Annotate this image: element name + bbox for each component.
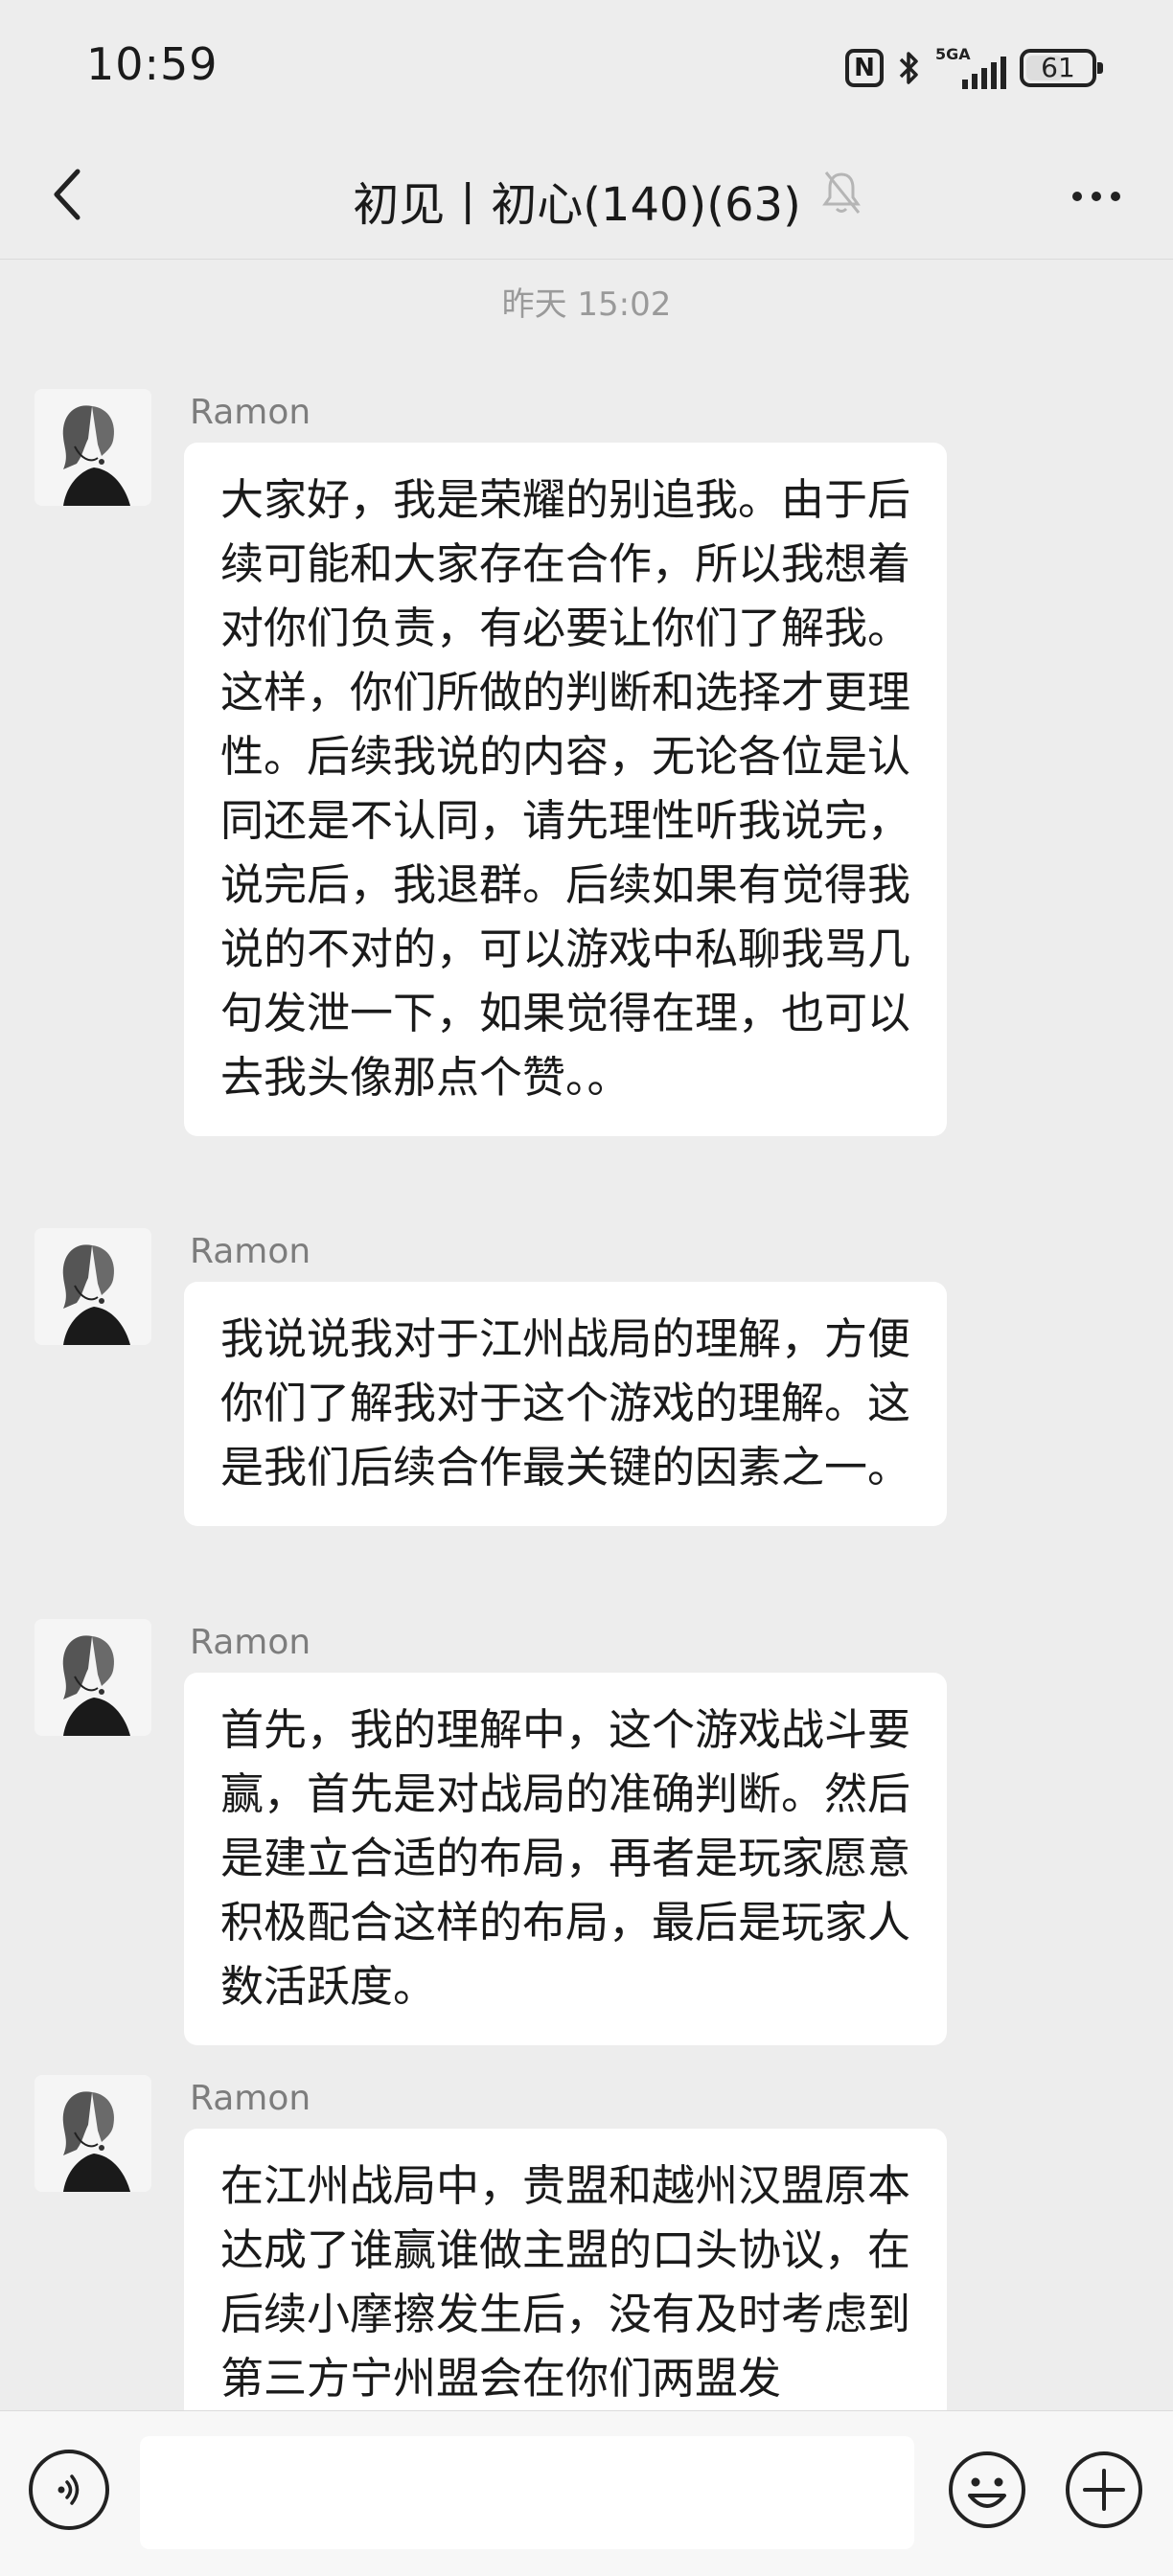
status-bar: 10:59 N 5GA 61 [0,0,1173,134]
message-bubble[interactable]: 首先，我的理解中，这个游戏战斗要赢，首先是对战局的准确判断。然后是建立合适的布局… [184,1673,947,2045]
bell-off-icon [820,169,862,220]
status-time: 10:59 [86,38,218,90]
status-icons: N 5GA 61 [845,44,1103,92]
chat-timestamp: 昨天 15:02 [501,285,672,324]
battery-level: 61 [1041,52,1075,83]
avatar[interactable] [34,2075,151,2192]
avatar[interactable] [34,389,151,506]
signal-icon: 5GA [935,47,1006,89]
voice-button[interactable] [29,2450,109,2530]
more-options-button[interactable] [1058,172,1135,220]
emoji-button[interactable] [947,2450,1027,2530]
title-bar: 初见丨初心(140)(63) [0,134,1173,260]
avatar[interactable] [34,1619,151,1736]
more-functions-button[interactable] [1064,2450,1144,2530]
avatar[interactable] [34,1228,151,1345]
more-dots-icon [1072,192,1082,201]
chat-title-text: 初见丨初心(140)(63) [353,178,801,232]
sender-name: Ramon [190,2079,311,2118]
sender-name: Ramon [190,1623,311,1662]
message-bubble[interactable]: 大家好，我是荣耀的别追我。由于后续可能和大家存在合作，所以我想着对你们负责，有必… [184,443,947,1136]
bluetooth-icon [897,49,922,87]
nfc-icon: N [845,49,884,87]
voice-icon [58,2474,80,2505]
sender-name: Ramon [190,393,311,432]
sender-name: Ramon [190,1232,311,1271]
message-bubble[interactable]: 我说说我对于江州战局的理解，方便你们了解我对于这个游戏的理解。这是我们后续合作最… [184,1282,947,1526]
input-bar [0,2410,1173,2576]
emoji-icon [949,2451,1025,2528]
plus-circle-icon [1066,2451,1142,2528]
message-input[interactable] [140,2436,914,2549]
battery-icon: 61 [1020,49,1103,87]
chat-title: 初见丨初心(140)(63) [0,167,1173,234]
message-bubble[interactable]: 在江州战局中，贵盟和越州汉盟原本达成了谁赢谁做主盟的口头协议，在后续小摩擦发生后… [184,2129,947,2437]
